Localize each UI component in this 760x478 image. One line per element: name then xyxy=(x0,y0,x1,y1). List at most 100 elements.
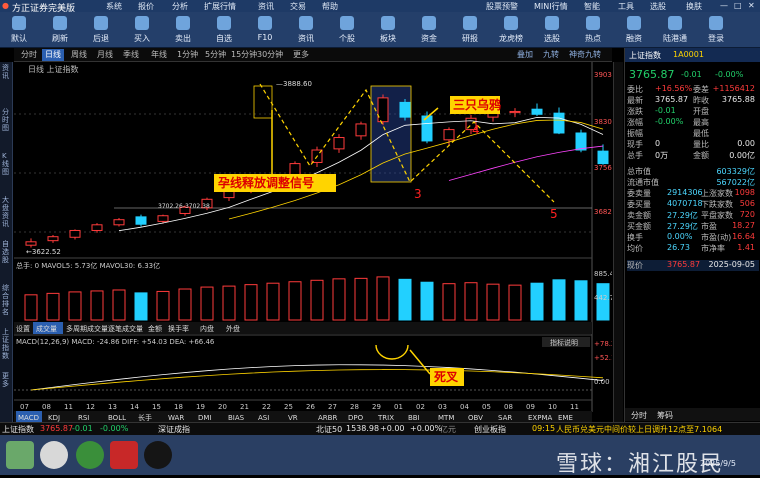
volume-bar-17[interactable] xyxy=(398,278,412,321)
macd-hint[interactable]: 指标说明 xyxy=(550,338,578,347)
menu-tools[interactable]: 工具 xyxy=(618,1,634,12)
indicator-tab-3[interactable]: BOLL xyxy=(108,414,126,422)
left-tab-3[interactable]: 大盘资讯 xyxy=(2,196,11,228)
sub-tab-4[interactable]: 金额 xyxy=(148,324,162,333)
left-tab-1[interactable]: 分时图 xyxy=(2,108,11,132)
toolbar-button-12[interactable]: 龙虎榜 xyxy=(496,14,526,46)
volume-bar-12[interactable] xyxy=(288,281,302,321)
period-tab-9[interactable]: 30分钟 xyxy=(254,49,286,61)
left-tab-5[interactable]: 综合排名 xyxy=(2,284,11,316)
indicator-tab-13[interactable]: BBI xyxy=(408,414,420,422)
toolbar-button-5[interactable]: 自选 xyxy=(209,14,239,46)
sub-tab-2[interactable]: 多周期成交量 xyxy=(66,324,108,333)
taskbar-stock-icon[interactable] xyxy=(110,441,138,469)
sub-tab-3[interactable]: 逐笔成交量 xyxy=(108,324,143,333)
indicator-tab-9[interactable]: VR xyxy=(288,414,298,422)
volume-bar-2[interactable] xyxy=(68,291,82,321)
period-tab-5[interactable]: 年线 xyxy=(148,49,170,61)
volume-bar-10[interactable] xyxy=(244,284,258,321)
volume-bar-1[interactable] xyxy=(46,292,60,321)
toolbar-button-2[interactable]: 后退 xyxy=(86,14,116,46)
indicator-tab-14[interactable]: MTM xyxy=(438,414,454,422)
volume-bar-0[interactable] xyxy=(24,294,38,321)
indicator-tab-1[interactable]: KDJ xyxy=(48,414,60,422)
quote-bottom-tab-0[interactable]: 分时 xyxy=(631,410,647,421)
indicator-tab-18[interactable]: EME xyxy=(558,414,573,422)
status-idx-bz[interactable]: 北证50 xyxy=(316,424,342,435)
indicator-tab-7[interactable]: BIAS xyxy=(228,414,245,422)
period-tab-10[interactable]: 更多 xyxy=(290,49,312,61)
sub-tab-1[interactable]: 成交量 xyxy=(36,324,57,333)
volume-bar-13[interactable] xyxy=(310,279,324,321)
sub-tab-7[interactable]: 外盘 xyxy=(226,324,240,333)
menu-ext-quote[interactable]: 扩展行情 xyxy=(204,1,236,12)
indicator-tab-10[interactable]: ARBR xyxy=(318,414,337,422)
indicator-tab-5[interactable]: WAR xyxy=(168,414,184,422)
menu-quote[interactable]: 报价 xyxy=(138,1,154,12)
chart-price-scroll[interactable] xyxy=(613,62,623,422)
status-idx-sz[interactable]: 深证成指 xyxy=(158,424,190,435)
volume-bar-8[interactable] xyxy=(200,286,214,321)
toolbar-button-11[interactable]: 研报 xyxy=(455,14,485,46)
period-tab-2[interactable]: 周线 xyxy=(68,49,90,61)
period-right-2[interactable]: 神奇九转 xyxy=(566,49,604,61)
volume-bar-3[interactable] xyxy=(90,290,104,321)
volume-bar-20[interactable] xyxy=(464,282,478,321)
volume-bar-15[interactable] xyxy=(354,277,368,321)
toolbar-button-10[interactable]: 资金 xyxy=(414,14,444,46)
toolbar-button-6[interactable]: F10 xyxy=(250,14,280,46)
candle-17[interactable] xyxy=(399,99,411,121)
minimize-icon[interactable]: — xyxy=(720,1,728,10)
sub-tab-5[interactable]: 换手率 xyxy=(168,324,189,333)
taskbar-app-icon[interactable] xyxy=(6,441,34,469)
indicator-tab-15[interactable]: OBV xyxy=(468,414,483,422)
toolbar-button-17[interactable]: 登录 xyxy=(701,14,731,46)
menu-smart[interactable]: 智能 xyxy=(584,1,600,12)
indicator-tab-4[interactable]: 长手 xyxy=(138,413,152,422)
volume-bar-24[interactable] xyxy=(552,279,566,321)
volume-bar-18[interactable] xyxy=(420,281,434,321)
toolbar-button-4[interactable]: 卖出 xyxy=(168,14,198,46)
kline-chart[interactable]: 日线 上证指数 3903 3830 3756 3682 —3888.60 ←3622.52 3… xyxy=(14,62,612,422)
toolbar-button-15[interactable]: 融资 xyxy=(619,14,649,46)
period-right-1[interactable]: 九转 xyxy=(540,49,562,61)
indicator-tab-17[interactable]: EXPMA xyxy=(528,414,552,422)
volume-bar-6[interactable] xyxy=(156,290,170,321)
taskbar-chrome-icon[interactable] xyxy=(76,441,104,469)
toolbar-button-0[interactable]: 默认 xyxy=(4,14,34,46)
candle-4[interactable] xyxy=(113,218,125,227)
menu-news[interactable]: 资讯 xyxy=(258,1,274,12)
period-tab-0[interactable]: 分时 xyxy=(18,49,40,61)
volume-bar-21[interactable] xyxy=(486,283,500,321)
left-tab-0[interactable]: 资讯 xyxy=(2,64,11,80)
period-tab-3[interactable]: 月线 xyxy=(94,49,116,61)
toolbar-button-16[interactable]: 陆港通 xyxy=(660,14,690,46)
volume-bar-11[interactable] xyxy=(266,282,280,321)
left-tab-4[interactable]: 自选股 xyxy=(2,240,11,264)
sub-tab-0[interactable]: 设置 xyxy=(16,324,30,333)
menu-picker[interactable]: 选股 xyxy=(650,1,666,12)
candle-18[interactable] xyxy=(421,111,433,144)
candle-16[interactable] xyxy=(377,94,389,126)
indicator-tab-11[interactable]: DPO xyxy=(348,414,364,422)
taskbar-browser-icon[interactable] xyxy=(40,441,68,469)
toolbar-button-9[interactable]: 板块 xyxy=(373,14,403,46)
period-right-0[interactable]: 叠加 xyxy=(514,49,536,61)
indicator-tab-8[interactable]: ASI xyxy=(258,414,269,422)
indicator-tab-2[interactable]: RSI xyxy=(78,414,89,422)
news-ticker[interactable]: 人民币兑美元中间价较上日调升12点至7.1064 xyxy=(556,424,722,435)
period-tab-1[interactable]: 日线 xyxy=(42,49,64,61)
period-tab-4[interactable]: 季线 xyxy=(120,49,142,61)
period-tab-6[interactable]: 1分钟 xyxy=(174,49,201,61)
volume-bar-19[interactable] xyxy=(442,283,456,321)
volume-bar-25[interactable] xyxy=(574,280,588,321)
indicator-tab-0[interactable]: MACD xyxy=(18,414,39,422)
indicator-tab-12[interactable]: TRIX xyxy=(377,414,394,422)
left-tab-2[interactable]: K线图 xyxy=(2,152,11,176)
menu-analysis[interactable]: 分析 xyxy=(172,1,188,12)
volume-bar-5[interactable] xyxy=(134,292,148,321)
toolbar-button-1[interactable]: 刷新 xyxy=(45,14,75,46)
menu-skin[interactable]: 换肤 xyxy=(686,1,702,12)
toolbar-button-8[interactable]: 个股 xyxy=(332,14,362,46)
maximize-icon[interactable]: □ xyxy=(734,1,742,10)
